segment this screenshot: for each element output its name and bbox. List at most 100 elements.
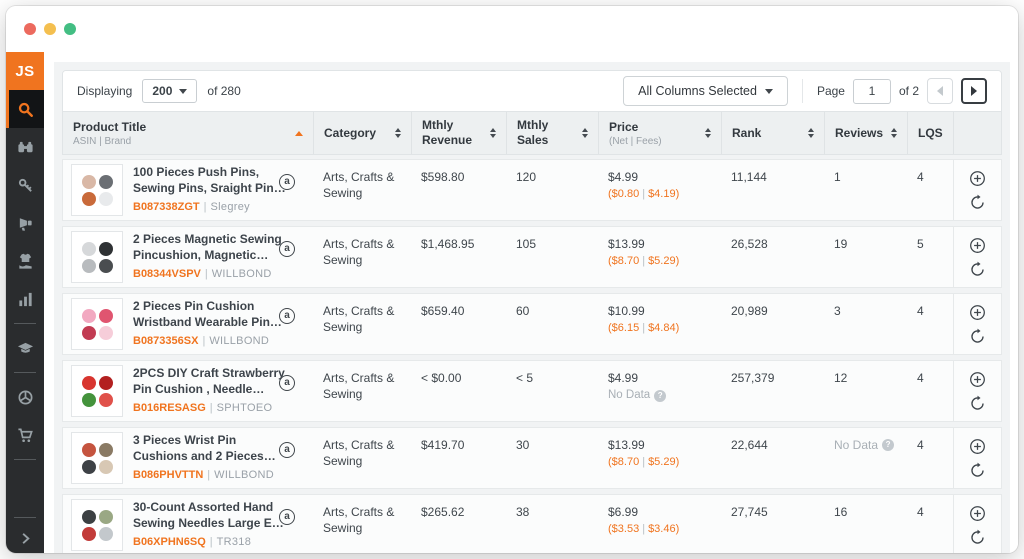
- sort-icon[interactable]: [705, 128, 711, 138]
- sidebar-item-bar-chart[interactable]: [6, 280, 44, 318]
- add-to-tracker-icon[interactable]: [969, 170, 986, 187]
- price-fees: ($8.70|$5.29): [608, 254, 711, 269]
- sidebar-divider: [14, 517, 36, 518]
- no-data-label: No Data: [608, 388, 650, 404]
- add-to-tracker-icon[interactable]: [969, 237, 986, 254]
- product-title-link[interactable]: 100 Pieces Push Pins, Sewing Pins, Sraig…: [133, 165, 287, 196]
- sidebar-item-binoculars[interactable]: [6, 128, 44, 166]
- sidebar-item-key[interactable]: [6, 166, 44, 204]
- price-net-value: ($6.15: [608, 322, 639, 334]
- add-to-tracker-icon[interactable]: [969, 304, 986, 321]
- price-fees-value: $5.29): [648, 255, 679, 267]
- product-sub-header-label: ASIN | Brand: [73, 136, 146, 147]
- reviews-cell: 1: [824, 160, 907, 220]
- app-logo[interactable]: JS: [6, 52, 44, 90]
- product-thumbnail[interactable]: [71, 365, 123, 417]
- amazon-link-icon[interactable]: a: [279, 241, 295, 257]
- product-title-link[interactable]: 2PCS DIY Craft Strawberry Pin Cushion , …: [133, 366, 287, 397]
- refresh-icon[interactable]: [969, 395, 986, 412]
- app-window: JS: [6, 6, 1018, 553]
- price-cell: $4.99 ($0.80|$4.19): [598, 160, 721, 220]
- question-icon[interactable]: ?: [882, 439, 894, 451]
- column-header-revenue[interactable]: Mthly Revenue: [411, 112, 506, 154]
- price-fees: ($3.53|$3.46): [608, 522, 711, 537]
- sidebar-item-search[interactable]: [6, 90, 44, 128]
- product-thumbnail[interactable]: [71, 499, 123, 551]
- sidebar-expand-button[interactable]: [6, 523, 44, 553]
- sidebar-item-pie-chart[interactable]: [6, 378, 44, 416]
- lqs-cell: 4: [907, 160, 953, 220]
- column-header-sales[interactable]: Mthly Sales: [506, 112, 598, 154]
- product-thumbnail[interactable]: [71, 432, 123, 484]
- amazon-link-icon[interactable]: a: [279, 509, 295, 525]
- add-to-tracker-icon[interactable]: [969, 438, 986, 455]
- page-of-label: of 2: [899, 84, 919, 98]
- amazon-link-icon[interactable]: a: [279, 174, 295, 190]
- product-asin-link[interactable]: B0873356SX: [133, 335, 198, 347]
- refresh-icon[interactable]: [969, 261, 986, 278]
- shirt-hand-icon: [17, 253, 34, 270]
- price-fees-value: $3.46): [648, 523, 679, 535]
- sort-icon[interactable]: [490, 128, 496, 138]
- close-window-dot[interactable]: [24, 23, 36, 35]
- question-icon[interactable]: ?: [654, 390, 666, 402]
- column-header-rank[interactable]: Rank: [721, 112, 824, 154]
- displaying-label: Displaying: [77, 84, 132, 98]
- product-asin-link[interactable]: B08344VSPV: [133, 268, 201, 280]
- columns-selected-button[interactable]: All Columns Selected: [623, 76, 788, 106]
- refresh-icon[interactable]: [969, 194, 986, 211]
- chevron-down-icon: [765, 89, 773, 94]
- product-asin-link[interactable]: B087338ZGT: [133, 201, 200, 213]
- amazon-link-icon[interactable]: a: [279, 375, 295, 391]
- sidebar-item-cart[interactable]: [6, 416, 44, 454]
- next-page-button[interactable]: [961, 78, 987, 104]
- price-value: $6.99: [608, 504, 711, 520]
- maximize-window-dot[interactable]: [64, 23, 76, 35]
- page-size-select[interactable]: 200: [142, 79, 197, 103]
- price-header-label: Price: [609, 120, 662, 135]
- revenue-cell: $419.70: [411, 428, 506, 488]
- sort-icon[interactable]: [582, 128, 588, 138]
- revenue-cell: $659.40: [411, 294, 506, 354]
- product-title-link[interactable]: 2 Pieces Pin Cushion Wristband Wearable …: [133, 299, 287, 330]
- product-thumbnail[interactable]: [71, 164, 123, 216]
- product-asin-link[interactable]: B086PHVTTN: [133, 469, 203, 481]
- column-header-category[interactable]: Category: [313, 112, 411, 154]
- amazon-link-icon[interactable]: a: [279, 308, 295, 324]
- sort-icon[interactable]: [395, 128, 401, 138]
- category-header-label: Category: [324, 126, 376, 141]
- column-header-reviews[interactable]: Reviews: [824, 112, 907, 154]
- column-header-product-title[interactable]: Product Title ASIN | Brand: [63, 112, 313, 154]
- lqs-cell: 5: [907, 227, 953, 287]
- sidebar-item-graduation-cap[interactable]: [6, 329, 44, 367]
- product-asin-link[interactable]: B016RESASG: [133, 402, 206, 414]
- product-thumbnail[interactable]: [71, 231, 123, 283]
- add-to-tracker-icon[interactable]: [969, 371, 986, 388]
- sort-ascending-icon[interactable]: [295, 131, 303, 136]
- fees-separator: |: [642, 523, 645, 535]
- bar-chart-icon: [17, 291, 34, 308]
- refresh-icon[interactable]: [969, 328, 986, 345]
- sort-icon[interactable]: [808, 128, 814, 138]
- refresh-icon[interactable]: [969, 462, 986, 479]
- prev-page-button[interactable]: [927, 78, 953, 104]
- refresh-icon[interactable]: [969, 529, 986, 546]
- sidebar-item-megaphone[interactable]: [6, 204, 44, 242]
- product-title-link[interactable]: 30-Count Assorted Hand Sewing Needles La…: [133, 500, 287, 531]
- price-no-data: No Data ?: [608, 388, 711, 404]
- price-fees-value: $4.84): [648, 322, 679, 334]
- add-to-tracker-icon[interactable]: [969, 505, 986, 522]
- sort-icon[interactable]: [891, 128, 897, 138]
- column-header-price[interactable]: Price (Net | Fees): [598, 112, 721, 154]
- product-title-link[interactable]: 2 Pieces Magnetic Sewing Pincushion, Mag…: [133, 232, 287, 263]
- fees-separator: |: [642, 456, 645, 468]
- product-brand: WILLBOND: [214, 469, 274, 481]
- minimize-window-dot[interactable]: [44, 23, 56, 35]
- product-asin-link[interactable]: B06XPHN6SQ: [133, 536, 206, 548]
- sidebar-item-shirt[interactable]: [6, 242, 44, 280]
- amazon-link-icon[interactable]: a: [279, 442, 295, 458]
- page-number-input[interactable]: [853, 79, 891, 104]
- product-thumbnail[interactable]: [71, 298, 123, 350]
- category-cell: Arts, Crafts & Sewing: [313, 495, 411, 553]
- product-title-link[interactable]: 3 Pieces Wrist Pin Cushions and 2 Pieces…: [133, 433, 287, 464]
